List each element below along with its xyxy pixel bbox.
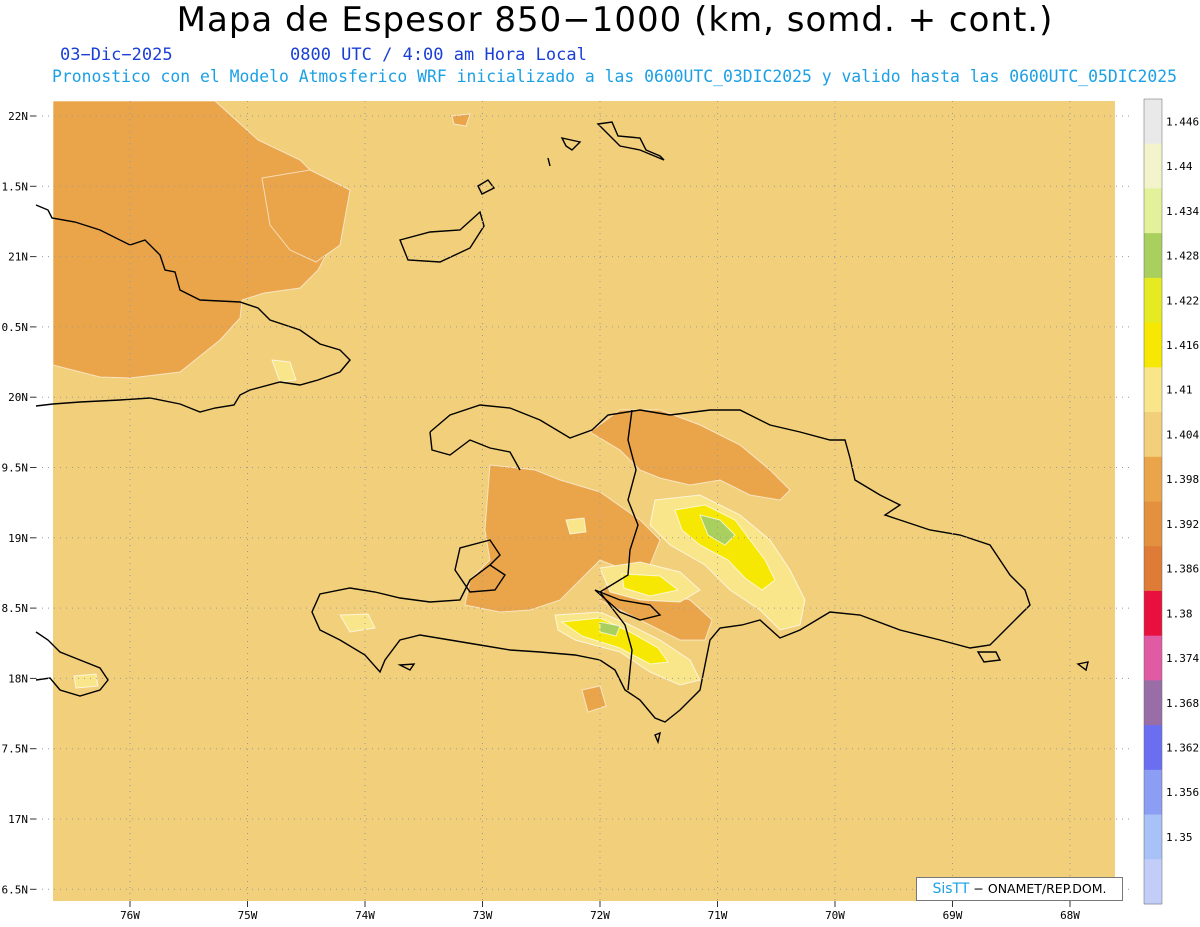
high-region-w	[73, 673, 99, 689]
colorbar-label: 1.434	[1166, 205, 1199, 218]
lat-label: 22N	[8, 110, 28, 123]
credit-org: − ONAMET/REP.DOM.	[973, 881, 1107, 896]
colorbar-label: 1.404	[1166, 428, 1199, 441]
colorbar-swatch	[1144, 143, 1162, 189]
colorbar-label: 1.416	[1166, 339, 1199, 352]
lat-label: 6.5N	[2, 883, 29, 896]
lon-label: 70W	[825, 909, 845, 922]
lat-label: 0.5N	[2, 321, 29, 334]
lon-label: 72W	[590, 909, 610, 922]
colorbar: 1.446 1.44 1.434 1.428 1.422 1.416 1.41 1.404 1.…	[1143, 98, 1199, 905]
colorbar-label: 1.398	[1166, 473, 1199, 486]
colorbar-swatch	[1144, 412, 1162, 458]
lat-label: 8.5N	[2, 602, 29, 615]
colorbar-swatch	[1144, 635, 1162, 681]
colorbar-label: 1.446	[1166, 115, 1199, 128]
lon-label: 68W	[1060, 909, 1080, 922]
lat-label: 18N	[8, 672, 28, 685]
lat-label: 19N	[8, 532, 28, 545]
lon-label: 76W	[120, 909, 140, 922]
colorbar-swatch	[1144, 814, 1162, 860]
latitude-labels: 22N 1.5N 21N 0.5N 20N 9.5N 19N 8.5N 18N 7.5N 17N 6.…	[2, 110, 36, 896]
colorbar-label: 1.356	[1166, 786, 1199, 799]
colorbar-label: 1.386	[1166, 563, 1199, 576]
colorbar-swatch	[1144, 859, 1162, 905]
colorbar-swatch	[1144, 233, 1162, 279]
colorbar-swatch	[1144, 322, 1162, 368]
credit-sis: SisTT	[932, 881, 970, 897]
lon-label: 71W	[708, 909, 728, 922]
colorbar-swatch	[1144, 99, 1162, 145]
longitude-labels: 76W 75W 74W 73W 72W 71W 70W 69W 68W	[120, 901, 1080, 922]
colorbar-swatch	[1144, 725, 1162, 771]
colorbar-swatch	[1144, 501, 1162, 547]
lat-label: 9.5N	[2, 462, 29, 475]
colorbar-swatch	[1144, 277, 1162, 324]
colorbar-label: 1.422	[1166, 294, 1199, 307]
colorbar-swatch	[1144, 546, 1162, 592]
lat-label: 17N	[8, 813, 28, 826]
colorbar-swatch	[1144, 367, 1162, 413]
lat-label: 21N	[8, 251, 28, 264]
lon-label: 75W	[238, 909, 258, 922]
colorbar-label: 1.35	[1166, 831, 1193, 844]
lon-label: 74W	[355, 909, 375, 922]
colorbar-swatch	[1144, 188, 1162, 234]
colorbar-label: 1.41	[1166, 384, 1193, 397]
colorbar-label: 1.44	[1166, 160, 1193, 173]
colorbar-label: 1.368	[1166, 697, 1199, 710]
lon-label: 73W	[473, 909, 493, 922]
colorbar-swatch	[1144, 769, 1162, 816]
colorbar-label: 1.392	[1166, 518, 1199, 531]
lat-label: 20N	[8, 391, 28, 404]
credit-box: SisTT − ONAMET/REP.DOM.	[916, 877, 1123, 901]
colorbar-label: 1.362	[1166, 741, 1199, 754]
lon-label: 69W	[943, 909, 963, 922]
colorbar-swatch	[1144, 456, 1162, 502]
lat-label: 1.5N	[2, 180, 29, 193]
colorbar-label: 1.374	[1166, 652, 1199, 665]
lat-label: 7.5N	[2, 743, 29, 756]
colorbar-swatch	[1144, 590, 1162, 637]
colorbar-label: 1.38	[1166, 607, 1193, 620]
high-region-n2	[565, 517, 587, 535]
colorbar-swatch	[1144, 680, 1162, 726]
thickness-map: 22N 1.5N 21N 0.5N 20N 9.5N 19N 8.5N 18N 7.5N 17N 6.…	[2, 98, 1199, 922]
colorbar-label: 1.428	[1166, 250, 1199, 263]
